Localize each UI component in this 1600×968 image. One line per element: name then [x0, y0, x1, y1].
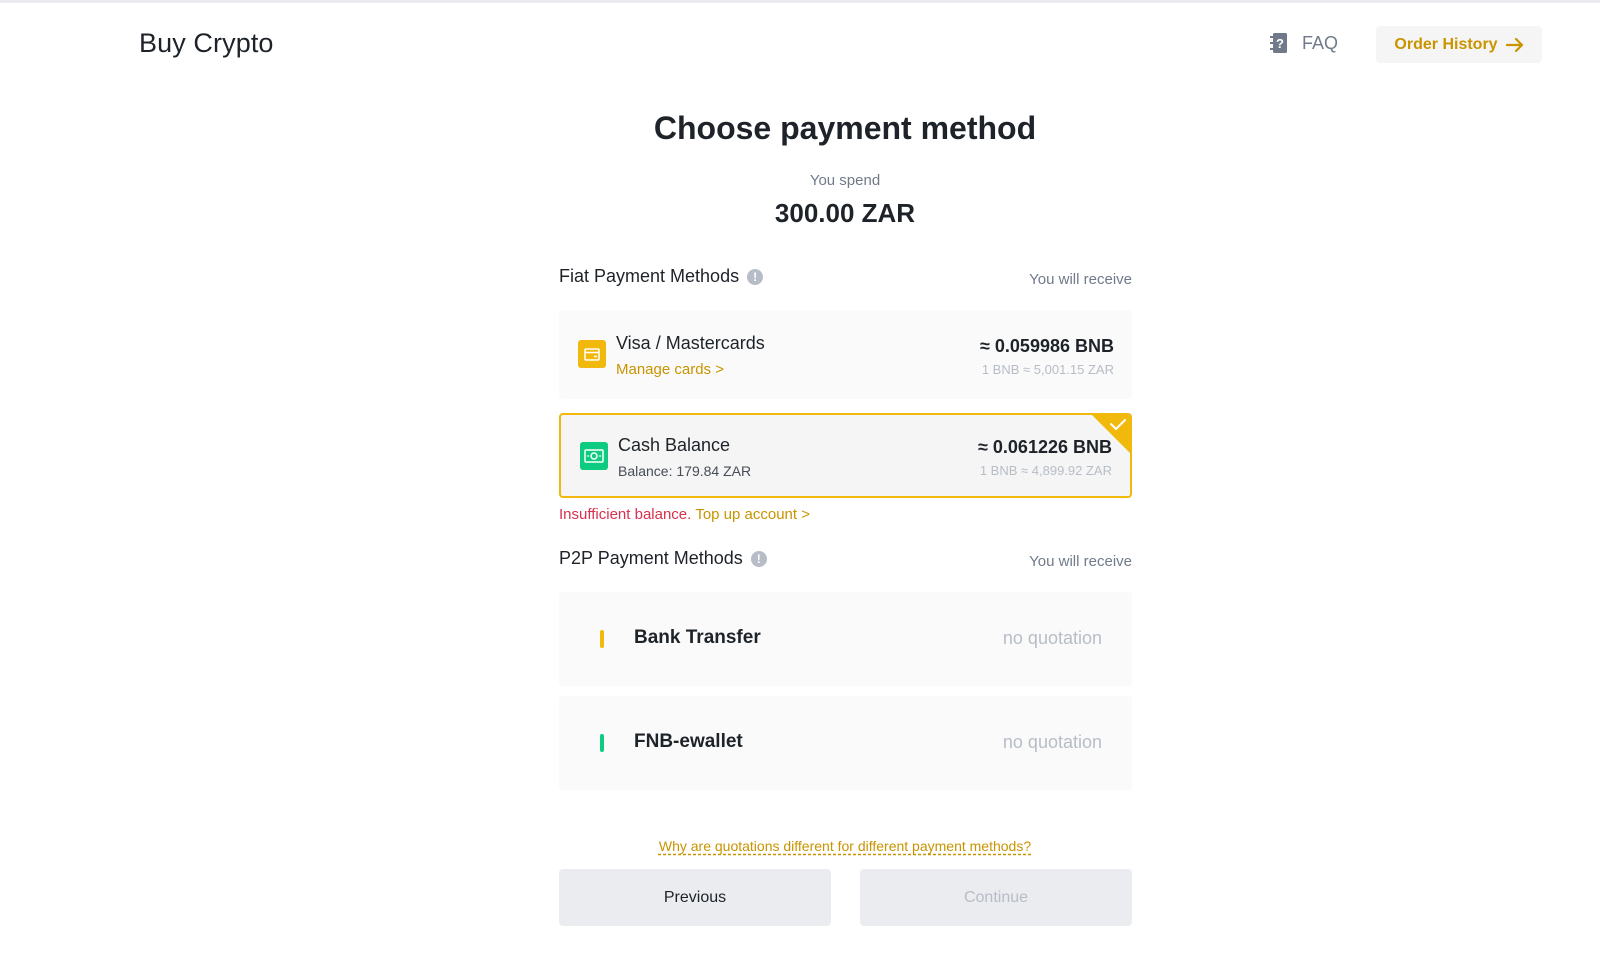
- method-name: Cash Balance: [618, 435, 731, 455]
- continue-button[interactable]: Continue: [860, 869, 1132, 926]
- fiat-section-header: Fiat Payment Methods ! You will receive: [559, 266, 1132, 288]
- fiat-receive-label: You will receive: [1029, 271, 1132, 288]
- quotation-status: no quotation: [1002, 628, 1102, 648]
- info-icon[interactable]: !: [750, 550, 767, 567]
- error-text: Insufficient balance.: [559, 506, 692, 523]
- faq-book-icon: ?: [1270, 32, 1288, 54]
- method-color-bar: [600, 630, 604, 648]
- top-up-link[interactable]: Top up account >: [695, 506, 810, 523]
- arrow-right-icon: [1505, 37, 1524, 52]
- spend-label: You spend: [809, 172, 881, 189]
- method-color-bar: [600, 734, 604, 752]
- cash-icon: [580, 442, 608, 470]
- payment-method-visa-mastercard[interactable]: Visa / Mastercards Manage cards > ≈ 0.05…: [559, 310, 1132, 399]
- page-title: Choose payment method: [653, 110, 1037, 146]
- info-icon[interactable]: !: [747, 268, 764, 285]
- fiat-section-title: Fiat Payment Methods: [559, 266, 740, 286]
- order-history-label: Order History: [1394, 35, 1498, 53]
- manage-cards-link[interactable]: Manage cards >: [616, 361, 724, 378]
- method-name: Bank Transfer: [634, 627, 761, 648]
- p2p-receive-label: You will receive: [1029, 553, 1132, 570]
- top-border: [0, 0, 1600, 3]
- insufficient-balance-message: Insufficient balance. Top up account >: [559, 506, 810, 523]
- svg-text:?: ?: [1276, 36, 1284, 51]
- faq-label: FAQ: [1302, 32, 1339, 53]
- why-quotations-different-link[interactable]: Why are quotations different for differe…: [0, 838, 1600, 854]
- page-header-title: Buy Crypto: [139, 28, 274, 58]
- balance-text: Balance: 179.84 ZAR: [618, 463, 752, 479]
- previous-button[interactable]: Previous: [559, 869, 831, 926]
- order-history-button[interactable]: Order History: [1376, 26, 1542, 63]
- receive-amount: ≈ 0.059986 BNB: [980, 336, 1114, 356]
- card-icon: [578, 340, 606, 368]
- selected-check-icon: [1092, 415, 1130, 453]
- method-name: FNB-ewallet: [634, 731, 743, 752]
- spend-amount: 300.00 ZAR: [774, 198, 916, 228]
- p2p-section-title: P2P Payment Methods: [559, 548, 743, 568]
- payment-method-cash-balance[interactable]: Cash Balance Balance: 179.84 ZAR ≈ 0.061…: [559, 413, 1132, 498]
- faq-link[interactable]: ? FAQ: [1270, 32, 1338, 54]
- exchange-rate: 1 BNB ≈ 4,899.92 ZAR: [979, 463, 1112, 478]
- exchange-rate: 1 BNB ≈ 5,001.15 ZAR: [981, 362, 1114, 377]
- quotation-status: no quotation: [1002, 732, 1102, 752]
- method-name: Visa / Mastercards: [616, 333, 765, 353]
- payment-method-bank-transfer[interactable]: Bank Transfer no quotation: [559, 592, 1132, 686]
- payment-method-fnb-ewallet[interactable]: FNB-ewallet no quotation: [559, 696, 1132, 790]
- p2p-section-header: P2P Payment Methods ! You will receive: [559, 548, 1132, 570]
